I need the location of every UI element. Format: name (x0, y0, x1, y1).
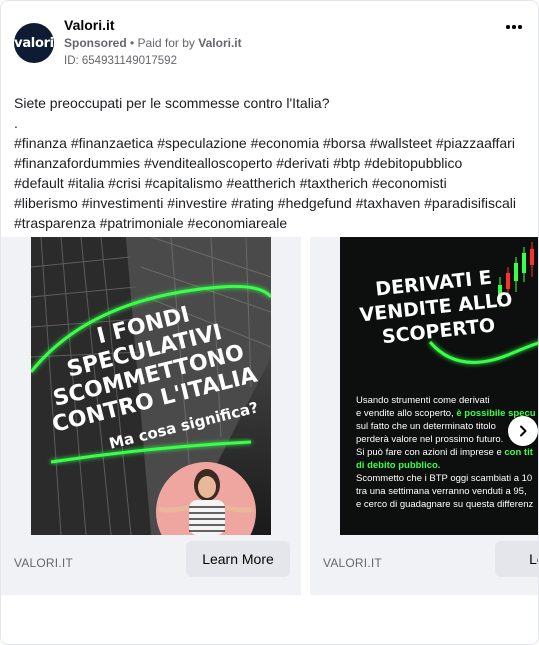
post-header: valori Valori.it Sponsored • Paid for by… (14, 15, 534, 75)
post-dot: . (14, 115, 18, 131)
hashtags-line-3: #default #italia #crisi #capitalismo #ea… (14, 175, 447, 191)
sponsored-line: Sponsored • Paid for by Valori.it (64, 36, 242, 50)
ad-id: ID: 654931149017592 (64, 55, 177, 67)
hashtags-line-1: #finanza #finanzaetica #speculazione #ec… (14, 135, 515, 151)
slide-2-domain: VALORI.IT (323, 556, 382, 570)
page-name[interactable]: Valori.it (64, 17, 115, 33)
learn-more-button[interactable]: Learn More (186, 541, 290, 577)
hashtags-line-2: #finanzafordummies #venditealloscoperto … (14, 155, 463, 171)
more-options-icon[interactable] (502, 17, 526, 37)
slide-2-highlight-2: con tit (504, 447, 533, 458)
slide-2-text-6: di debito pubblico. (356, 460, 440, 471)
post-question: Siete preoccupati per le scommesse contr… (14, 95, 330, 111)
slide-1-footer: VALORI.IT Learn More (1, 535, 301, 595)
ad-carousel: I FONDI SPECULATIVI SCOMMETTONO CONTRO L… (1, 237, 538, 597)
slide-2-text-1: Usando strumenti come derivati (356, 395, 490, 406)
slide-2-text-4: perderà valore nel prossimo futuro. (356, 434, 503, 445)
slide-2-graphic: DERIVATI E VENDITE ALLO SCOPERTO Usando … (340, 237, 538, 535)
avatar[interactable]: valori (14, 23, 54, 63)
sponsored-label: Sponsored (64, 36, 127, 50)
slide-2-text-5: Si può fare con azioni di imprese e (356, 447, 502, 458)
paid-for-name: Valori.it (198, 36, 242, 50)
slide-2-image[interactable]: DERIVATI E VENDITE ALLO SCOPERTO Usando … (340, 237, 538, 535)
ad-card: valori Valori.it Sponsored • Paid for by… (0, 0, 539, 645)
slide-1-image[interactable]: I FONDI SPECULATIVI SCOMMETTONO CONTRO L… (31, 237, 271, 535)
slide-1-domain: VALORI.IT (14, 556, 73, 570)
carousel-slide-2[interactable]: DERIVATI E VENDITE ALLO SCOPERTO Usando … (310, 237, 538, 595)
chevron-right-icon[interactable] (508, 416, 538, 446)
slide-2-footer: VALORI.IT Learn (310, 535, 538, 595)
slide-2-text-9: e cerco di guadagnare su questa differen… (356, 499, 534, 510)
svg-text:Si può fare con azioni di impr: Si può fare con azioni di imprese e con … (356, 447, 534, 458)
slide-2-text-7: Scommetto che i BTP oggi scambiati a 10 (356, 473, 532, 484)
carousel-slide-1[interactable]: I FONDI SPECULATIVI SCOMMETTONO CONTRO L… (1, 237, 301, 595)
paid-for-label: • Paid for by (130, 36, 195, 50)
learn-more-button-2[interactable]: Learn (495, 541, 538, 577)
slide-2-text-3: sul fatto che un determinato titolo (356, 421, 496, 432)
avatar-logo-text: valori (14, 35, 54, 51)
slide-1-graphic: I FONDI SPECULATIVI SCOMMETTONO CONTRO L… (31, 237, 271, 535)
hashtags-line-4: #liberismo #investimenti #investire #rat… (14, 195, 516, 211)
hashtags-line-5: #trasparenza #patrimoniale #economiareal… (14, 215, 288, 231)
slide-2-text-2: e vendite allo scoperto, (356, 408, 454, 419)
slide-2-text-8: tra una settimana verranno venduti a 95, (356, 486, 527, 497)
post-body: Siete preoccupati per le scommesse contr… (14, 93, 534, 233)
svg-text:e vendite allo scoperto,: e vendite allo scoperto, è possibile spe… (356, 408, 536, 419)
